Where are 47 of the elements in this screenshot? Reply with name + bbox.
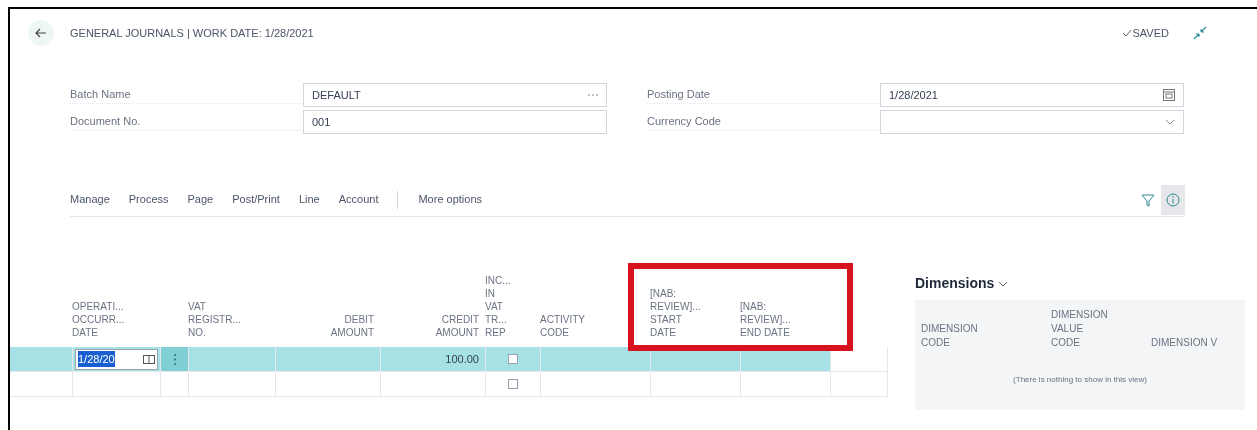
column-header: OPERATI... OCCURR... DATE — [72, 300, 125, 339]
column-header: DIMENSION VALUE CODE — [1051, 308, 1108, 350]
back-button[interactable] — [28, 20, 54, 46]
action-menu-item[interactable]: Account — [338, 191, 379, 208]
column-header: INC... IN VAT TR... REP — [485, 274, 511, 339]
more-options-button[interactable]: More options — [418, 191, 483, 208]
dimensions-header[interactable]: Dimensions — [915, 273, 1009, 294]
column-header: DIMENSION CODE — [921, 322, 978, 350]
field-label: Document No. — [70, 113, 303, 131]
calendar-icon[interactable] — [143, 354, 155, 364]
checkbox[interactable] — [508, 354, 518, 364]
action-menu-item[interactable]: Page — [187, 191, 214, 208]
saved-status: SAVED — [1132, 25, 1169, 41]
input-field[interactable]: DEFAULT — [303, 83, 607, 107]
column-header: DIMENSION V — [1151, 336, 1218, 350]
row-menu-icon[interactable] — [173, 353, 176, 365]
input-field[interactable] — [880, 110, 1184, 134]
back-arrow-icon — [35, 28, 47, 38]
column-header: [NAB: REVIEW]... START DATE — [650, 287, 701, 339]
field-label: Currency Code — [647, 113, 880, 131]
action-menu-item[interactable]: Process — [128, 191, 169, 208]
action-menu-item[interactable]: Manage — [70, 191, 110, 208]
filter-icon[interactable] — [1141, 192, 1155, 207]
collapse-icon[interactable] — [1193, 26, 1207, 40]
field-label: Batch Name — [70, 86, 303, 104]
input-field[interactable]: 1/28/2021 — [880, 83, 1184, 107]
page-title: GENERAL JOURNALS | WORK DATE: 1/28/2021 — [70, 25, 314, 41]
column-header: CREDIT AMOUNT — [435, 313, 479, 339]
table-row[interactable]: 1/28/20 100.00 — [10, 347, 888, 372]
chevron-down-icon — [998, 280, 1009, 287]
checkbox[interactable] — [508, 379, 518, 389]
checkmark-icon — [1121, 29, 1132, 37]
chevron-down-icon — [1165, 119, 1175, 125]
info-icon — [1166, 192, 1180, 207]
info-button[interactable] — [1161, 184, 1185, 215]
action-menu-item[interactable]: Post/Print — [232, 191, 280, 208]
field-label: Posting Date — [647, 86, 880, 104]
date-input-field[interactable]: 1/28/20 — [75, 348, 158, 370]
column-header: ACTIVITY CODE — [540, 313, 585, 339]
column-header: VAT REGISTR... NO. — [188, 300, 241, 339]
column-header: [NAB: REVIEW]... END DATE — [740, 300, 791, 339]
column-header: DEBIT AMOUNT — [330, 313, 374, 339]
calendar-icon — [1163, 89, 1175, 101]
action-menu-item[interactable]: Line — [298, 191, 320, 208]
empty-message: (There is nothing to show in this view) — [1013, 374, 1147, 386]
table-cell-text: 100.00 — [445, 351, 479, 367]
input-field[interactable]: 001 — [303, 110, 607, 134]
